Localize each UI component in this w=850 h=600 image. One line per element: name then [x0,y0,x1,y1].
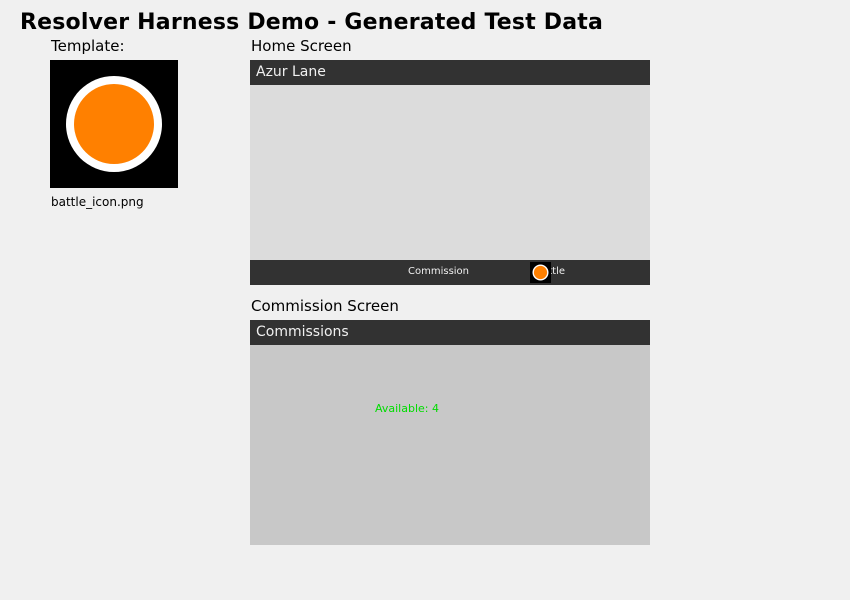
battle-icon-box [530,262,551,283]
battle-button[interactable]: Battle [530,262,570,283]
home-screen-label: Home Screen [251,37,352,55]
commission-header-title: Commissions [256,324,349,340]
commission-screen-label: Commission Screen [251,297,399,315]
available-count: Available: 4 [375,402,439,415]
page-title: Resolver Harness Demo - Generated Test D… [20,10,604,35]
template-label: Template: [51,37,125,55]
home-header-title: Azur Lane [256,64,326,80]
home-bottom-bar: Commission Battle [250,260,650,285]
commission-screen: Commissions Available: 4 [250,320,650,545]
home-screen: Azur Lane Commission Battle [250,60,650,285]
template-image [50,60,178,188]
home-header-bar: Azur Lane [250,60,650,85]
battle-button-label: Battle [551,266,565,277]
commission-header-bar: Commissions [250,320,650,345]
commission-button[interactable]: Commission [408,264,469,280]
battle-icon [532,264,549,281]
template-filename: battle_icon.png [51,195,144,209]
battle-icon [66,76,162,172]
